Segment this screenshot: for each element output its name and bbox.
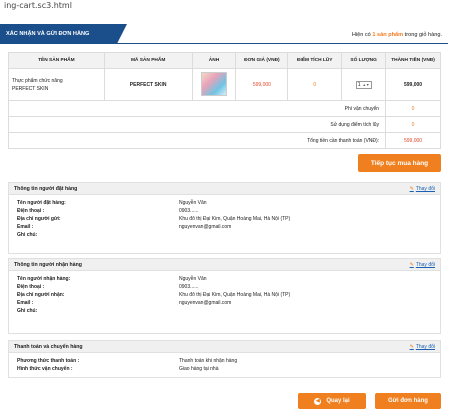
orderer-name-label: Tên người đặt hàng: [17,200,66,206]
orderer-info-header: Thông tin người đặt hàng ✎ Thay đổi [9,183,440,195]
cart-table: TÊN SẢN PHẨM MÃ SẢN PHẨM ẢNH ĐƠN GIÁ (VN… [7,52,441,149]
cart-count-text: Hiện có 1 sản phẩm trong giỏ hàng. [352,32,442,38]
grand-total-value: 599,000 [385,132,441,149]
orderer-row-phone: Điện thoại : 0903...... [9,207,440,215]
orderer-edit-link[interactable]: ✎ Thay đổi [410,186,435,192]
unit-price: 599,000 [235,68,289,101]
receiver-name-value: Nguyễn Văn [179,276,207,282]
cart-header-row: TÊN SẢN PHẨM MÃ SẢN PHẨM ẢNH ĐƠN GIÁ (VN… [8,52,441,69]
orderer-row-name: Tên người đặt hàng: Nguyễn Văn [9,199,440,207]
section-header: XÁC NHẬN VÀ GỬI ĐƠN HÀNG Hiện có 1 sản p… [0,24,450,44]
orderer-address-label: Địa chỉ người gửi: [17,216,61,222]
receiver-phone-value: 0903...... [179,284,199,290]
summary-row-shipping: Phí vận chuyển 0 [7,100,441,117]
orderer-row-note: Ghi chú: [9,231,440,239]
quantity-cell: 1 ▲▼ [341,68,387,101]
product-name-line2: PERFECT SKIN [12,85,49,92]
orderer-row-address: Địa chỉ người gửi: Khu đô thị Đại Kim, Qu… [9,215,440,223]
receiver-row-phone: Điện thoại : 0903...... [9,283,440,291]
pencil-icon: ✎ [409,186,414,192]
receiver-info-panel: Thông tin người nhận hàng ✎ Thay đổi Tên … [8,258,441,334]
quantity-value: 1 [357,81,361,88]
receiver-phone-label: Điện thoại : [17,284,45,290]
orderer-phone-value: 0903...... [179,208,199,214]
col-points: ĐIỂM TÍCH LŨY [287,52,343,69]
back-button[interactable]: ◀ Quay lại [298,393,366,409]
shipping-value: 0 [385,100,441,117]
orderer-info-panel: Thông tin người đặt hàng ✎ Thay đổi Tên n… [8,182,441,254]
payment-method-value: Thanh toán khi nhận hàng [179,358,238,364]
orderer-address-value: Khu đô thị Đại Kim, Quận Hoàng Mai, Hà N… [179,216,291,222]
payment-edit-link[interactable]: ✎ Thay đổi [410,344,435,350]
receiver-info-header: Thông tin người nhận hàng ✎ Thay đổi [9,259,440,271]
receiver-row-name: Tên người nhận hàng: Nguyễn Văn [9,275,440,283]
shipping-method-label: Hình thức vận chuyển : [17,366,73,372]
orderer-name-value: Nguyễn Văn [179,200,207,206]
pencil-icon: ✎ [409,344,414,350]
receiver-row-email: Email : nguyenvan@gmail.com [9,299,440,307]
product-name-line1: Thực phẩm chức năng [12,77,63,84]
points-used-label: Sử dụng điểm tích lũy [7,116,387,133]
col-image: ẢNH [191,52,237,69]
receiver-edit-link[interactable]: ✎ Thay đổi [410,262,435,268]
orderer-note-label: Ghi chú: [17,232,38,238]
col-quantity: SỐ LƯỢNG [341,52,387,69]
cart-count-link[interactable]: 1 sản phẩm [372,32,403,38]
receiver-address-label: Địa chỉ người nhận: [17,292,65,298]
col-total: THÀNH TIỀN (VNĐ) [385,52,441,69]
receiver-note-label: Ghi chú: [17,308,38,314]
cart-count-suffix: trong giỏ hàng. [403,32,442,38]
table-row: Thực phẩm chức năng PERFECT SKIN PERFECT… [8,68,441,101]
col-unit-price: ĐƠN GIÁ (VNĐ) [235,52,289,69]
arrow-left-icon: ◀ [314,397,322,405]
payment-shipping-title: Thanh toán và chuyển hàng [14,344,83,350]
summary-row-grand-total: Tổng tiền cần thanh toán (VNĐ): 599,000 [7,132,441,149]
payment-shipping-header: Thanh toán và chuyển hàng ✎ Thay đổi [9,341,440,353]
orderer-phone-label: Điện thoại : [17,208,45,214]
product-name[interactable]: Thực phẩm chức năng PERFECT SKIN [8,68,105,101]
payment-method-row: Phương thức thanh toán : Thanh toán khi n… [9,357,440,365]
product-thumbnail[interactable] [200,71,227,96]
header-divider [0,43,448,44]
orderer-info-title: Thông tin người đặt hàng [14,186,78,192]
shipping-label: Phí vận chuyển [7,100,387,117]
receiver-info-title: Thông tin người nhận hàng [14,262,82,268]
product-code: PERFECT SKIN [103,68,193,101]
receiver-row-note: Ghi chú: [9,307,440,315]
line-total: 599,000 [385,68,441,101]
stepper-arrows-icon[interactable]: ▲▼ [363,83,370,87]
cart-count-prefix: Hiện có [351,32,373,38]
payment-edit-label: Thay đổi [415,344,435,350]
summary-row-points: Sử dụng điểm tích lũy 0 [7,116,441,133]
col-product-name: TÊN SẢN PHẨM [8,52,105,69]
product-image-cell [191,68,237,101]
submit-order-button[interactable]: Gửi đơn hàng [375,393,441,409]
receiver-edit-label: Thay đổi [415,262,435,268]
section-title: XÁC NHẬN VÀ GỬI ĐƠN HÀNG [0,24,127,44]
orderer-edit-label: Thay đổi [415,186,435,192]
payment-shipping-panel: Thanh toán và chuyển hàng ✎ Thay đổi Phươ… [8,340,441,378]
shipping-method-value: Giao hàng tại nhà [179,366,219,372]
points-earned: 0 [287,68,343,101]
browser-url: ing-cart.sc3.html [4,1,72,10]
receiver-row-address: Địa chỉ người nhận: Khu đô thị Đại Kim, Q… [9,291,440,299]
col-product-code: MÃ SẢN PHẨM [103,52,193,69]
receiver-email-value: nguyenvan@gmail.com [179,300,232,306]
pencil-icon: ✎ [409,262,414,268]
back-button-label: Quay lại [326,398,350,404]
quantity-stepper[interactable]: 1 ▲▼ [355,80,372,89]
points-used-value: 0 [385,116,441,133]
payment-method-label: Phương thức thanh toán : [17,358,80,364]
grand-total-label: Tổng tiền cần thanh toán (VNĐ): [7,132,387,149]
orderer-row-email: Email : nguyenvan@gmail.com [9,223,440,231]
receiver-name-label: Tên người nhận hàng: [17,276,71,282]
receiver-email-label: Email : [17,300,34,306]
orderer-email-value: nguyenvan@gmail.com [179,224,232,230]
shipping-method-row: Hình thức vận chuyển : Giao hàng tại nhà [9,365,440,373]
orderer-email-label: Email : [17,224,34,230]
receiver-address-value: Khu đô thị Đại Kim, Quận Hoàng Mai, Hà N… [179,292,291,298]
continue-shopping-button[interactable]: Tiếp tục mua hàng [358,154,441,172]
